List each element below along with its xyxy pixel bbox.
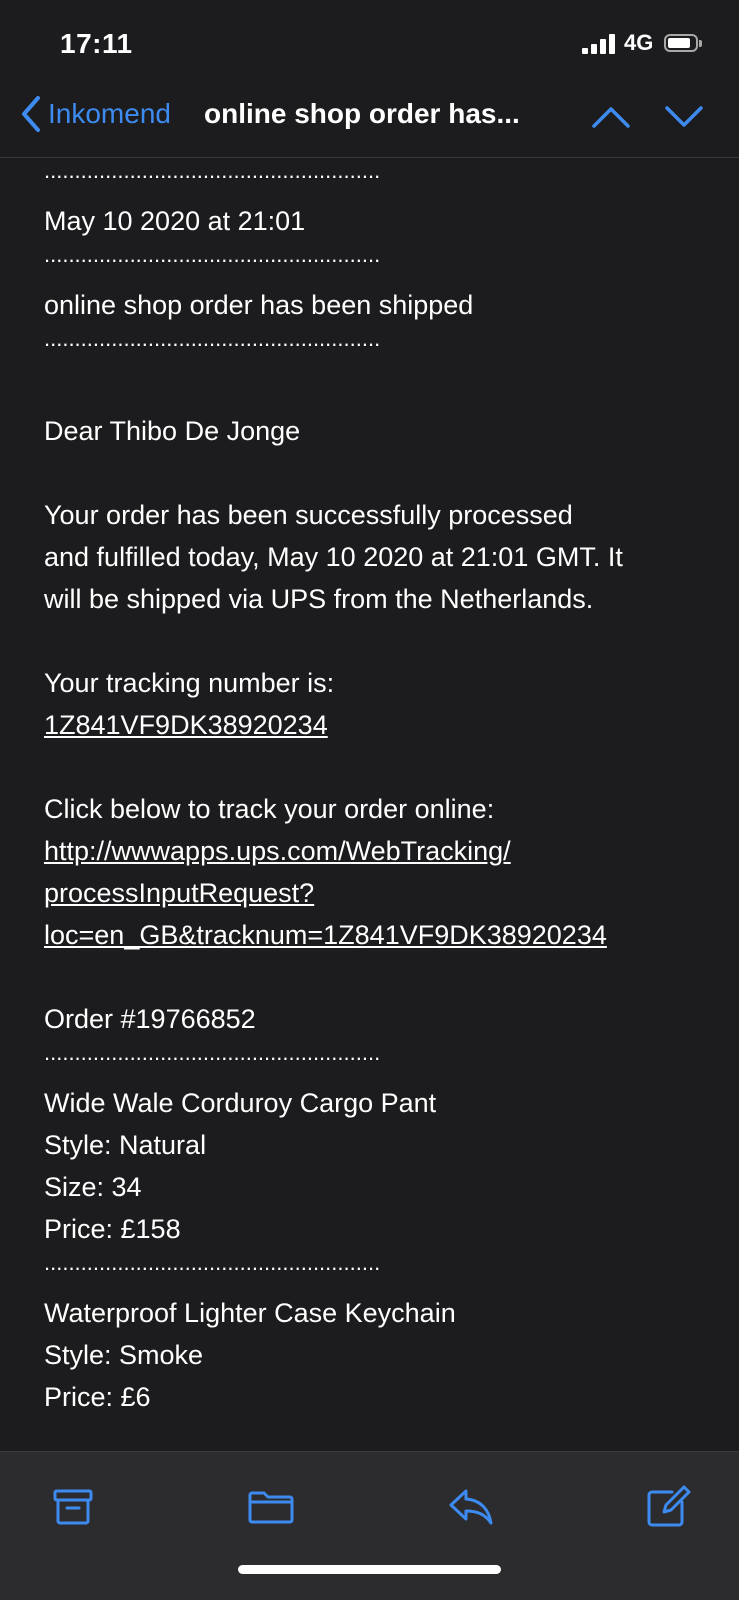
paragraph-line: will be shipped via UPS from the Netherl… (44, 584, 594, 614)
email-date: May 10 2020 at 21:01 (44, 206, 306, 236)
cellular-signal-icon (582, 34, 616, 54)
email-body: ........................................… (44, 158, 704, 1418)
status-time: 17:11 (60, 28, 133, 59)
item-price: Price: £158 (44, 1214, 181, 1244)
tracking-url-link[interactable]: processInputRequest? (44, 878, 314, 908)
compose-button[interactable] (642, 1482, 692, 1532)
chevron-up-icon (592, 107, 630, 128)
reply-icon (449, 1489, 493, 1525)
chevron-left-icon (22, 96, 40, 132)
home-indicator[interactable] (238, 1565, 501, 1574)
paragraph-line: Your order has been successfully process… (44, 500, 573, 530)
previous-message-button[interactable] (591, 104, 631, 130)
separator: ........................................… (44, 242, 381, 267)
status-bar: 17:11 4G (0, 0, 739, 88)
battery-icon (664, 34, 698, 52)
email-content[interactable]: ........................................… (0, 158, 739, 1451)
tracking-url-link[interactable]: http://wwwapps.ups.com/WebTracking/ (44, 836, 511, 866)
network-type: 4G (624, 30, 654, 55)
battery-nub (699, 40, 702, 47)
email-subject: online shop order has been shipped (44, 290, 474, 320)
tracking-label: Your tracking number is: (44, 668, 335, 698)
item-name: Wide Wale Corduroy Cargo Pant (44, 1088, 437, 1118)
item-size: Size: 34 (44, 1172, 142, 1202)
separator: ........................................… (44, 1040, 381, 1065)
order-number: Order #19766852 (44, 1004, 256, 1034)
back-button-label: Inkomend (48, 98, 171, 129)
item-style: Style: Natural (44, 1130, 207, 1160)
mail-screen: 17:11 4G Inkomend online shop order has.… (0, 0, 739, 1600)
tracking-number-link[interactable]: 1Z841VF9DK38920234 (44, 710, 328, 740)
tracking-url-link[interactable]: loc=en_GB&tracknum=1Z841VF9DK38920234 (44, 920, 607, 950)
reply-button[interactable] (446, 1482, 496, 1532)
item-price: Price: £6 (44, 1382, 151, 1412)
item-style: Style: Smoke (44, 1340, 204, 1370)
back-button[interactable]: Inkomend (20, 92, 171, 136)
separator: ........................................… (44, 1250, 381, 1275)
bottom-toolbar (0, 1451, 739, 1600)
separator: ........................................… (44, 158, 381, 183)
nav-title: online shop order has... (204, 98, 520, 129)
greeting: Dear Thibo De Jonge (44, 416, 301, 446)
next-message-button[interactable] (664, 104, 704, 130)
folder-icon (248, 1491, 294, 1524)
paragraph-line: and fulfilled today, May 10 2020 at 21:0… (44, 542, 623, 572)
battery-level (668, 38, 690, 48)
archive-icon (53, 1489, 93, 1525)
nav-bar: Inkomend online shop order has... (0, 88, 739, 158)
chevron-down-icon (665, 106, 703, 127)
track-label: Click below to track your order online: (44, 794, 495, 824)
archive-button[interactable] (48, 1482, 98, 1532)
separator: ........................................… (44, 326, 381, 351)
compose-icon (647, 1485, 691, 1527)
item-name: Waterproof Lighter Case Keychain (44, 1298, 456, 1328)
move-to-folder-button[interactable] (246, 1482, 296, 1532)
